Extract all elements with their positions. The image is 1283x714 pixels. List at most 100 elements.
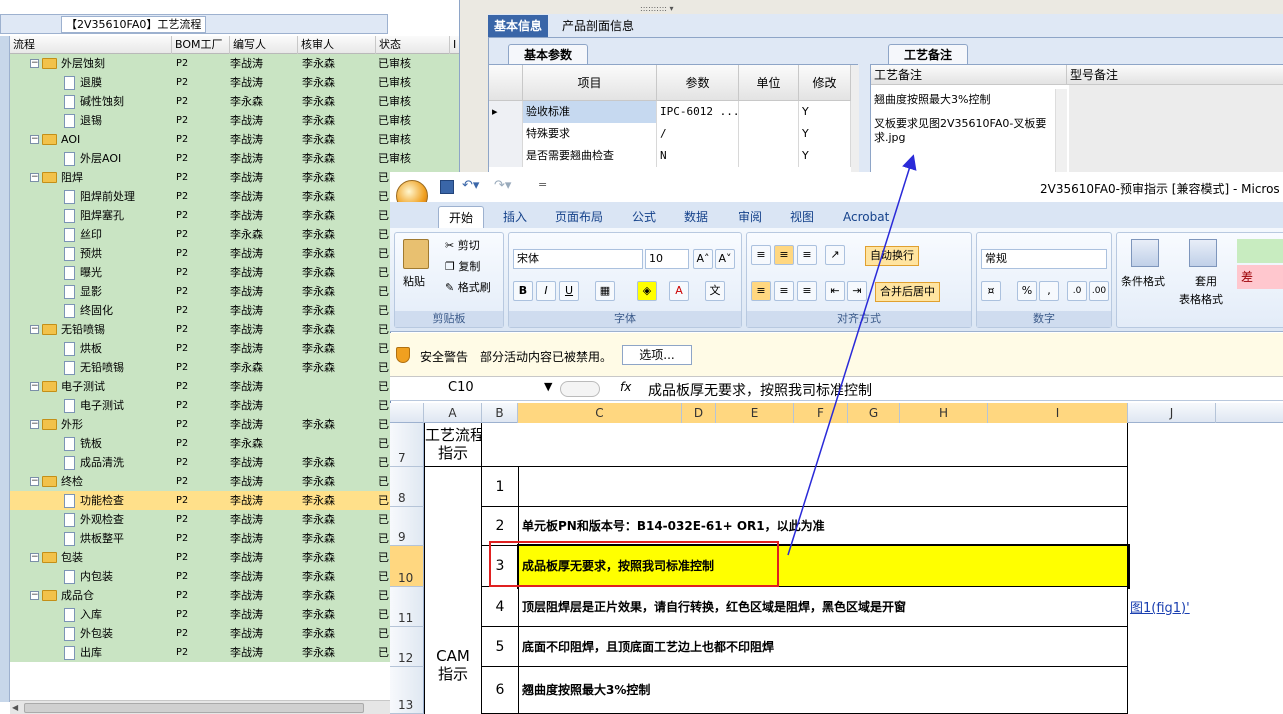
row-indicator[interactable]: ▸ xyxy=(489,101,523,123)
cell-item-number[interactable]: 5 xyxy=(482,627,519,667)
cell-item-number[interactable]: 3 xyxy=(482,546,519,587)
basic-param-row[interactable]: 特殊要求 / Y xyxy=(489,123,859,145)
align-top-icon[interactable]: ≡ xyxy=(751,245,771,265)
fill-color-icon[interactable]: ◈ xyxy=(637,281,657,301)
decrease-decimal-icon[interactable]: .00 xyxy=(1089,281,1109,301)
cut-button[interactable]: ✂ 剪切 xyxy=(445,237,480,255)
row-indicator[interactable] xyxy=(489,145,523,167)
paste-button[interactable]: 粘贴 xyxy=(403,273,425,291)
formula-expand-icon[interactable] xyxy=(560,381,600,397)
comma-icon[interactable]: , xyxy=(1039,281,1059,301)
ribbon-tab-data[interactable]: 数据 xyxy=(684,206,708,228)
increase-decimal-icon[interactable]: .0 xyxy=(1067,281,1087,301)
col-header-process[interactable]: 流程 xyxy=(10,36,172,54)
tree-folder-row[interactable]: − 外层蚀刻 P2 李战涛 李永森 已审核 xyxy=(10,54,459,73)
cell-row7-blank[interactable] xyxy=(482,423,1128,467)
underline-icon[interactable]: U xyxy=(559,281,579,301)
col-header-F[interactable]: F xyxy=(794,403,848,423)
font-name-select[interactable]: 宋体 xyxy=(513,249,643,269)
align-right-icon[interactable]: ≡ xyxy=(797,281,817,301)
basic-param-modify[interactable]: Y xyxy=(799,101,851,123)
basic-param-param[interactable]: / xyxy=(657,123,739,145)
col-header-H[interactable]: H xyxy=(900,403,988,423)
grid-col-unit[interactable]: 单位 xyxy=(739,65,799,101)
basic-param-row[interactable]: 是否需要翘曲检查 N Y xyxy=(489,145,859,167)
conditional-format-button[interactable]: 条件格式 xyxy=(1121,273,1165,291)
align-bottom-icon[interactable]: ≡ xyxy=(797,245,817,265)
select-all-corner[interactable] xyxy=(390,403,424,423)
tree-item-row[interactable]: 退膜 P2 李战涛 李永森 已审核 xyxy=(10,73,459,92)
col-header-extra[interactable]: I xyxy=(450,36,459,54)
tree-item-row[interactable]: 外层AOI P2 李战涛 李永森 已审核 xyxy=(10,149,459,168)
border-icon[interactable]: ▦ xyxy=(595,281,615,301)
col-header-writer[interactable]: 编写人 xyxy=(230,36,298,54)
col-header-A[interactable]: A xyxy=(424,403,482,423)
basic-param-item[interactable]: 特殊要求 xyxy=(523,123,657,145)
collapse-icon[interactable]: − xyxy=(30,553,39,562)
format-as-table-button[interactable]: 套用 xyxy=(1195,273,1217,291)
tree-item-row[interactable]: 碱性蚀刻 P2 李永森 李永森 已审核 xyxy=(10,92,459,111)
align-left-icon[interactable]: ≡ xyxy=(751,281,771,301)
tab-basic-info[interactable]: 基本信息 xyxy=(488,15,549,37)
grid-col-modify[interactable]: 修改 xyxy=(799,65,851,101)
fx-icon[interactable]: fx xyxy=(620,380,631,394)
cell-item-text[interactable] xyxy=(519,467,1128,507)
row-header[interactable]: 12 xyxy=(390,627,424,667)
col-header-G[interactable]: G xyxy=(848,403,900,423)
col-header-I[interactable]: I xyxy=(988,403,1128,423)
grow-font-icon[interactable]: A˄ xyxy=(693,249,713,269)
align-middle-icon[interactable]: ≡ xyxy=(774,245,794,265)
row-header[interactable]: 10 xyxy=(390,546,424,587)
cell-item-text[interactable]: 底面不印阻焊，且顶底面工艺边上也都不印阻焊 xyxy=(519,627,1128,667)
format-as-table-label2[interactable]: 表格格式 xyxy=(1179,291,1223,309)
decrease-indent-icon[interactable]: ⇤ xyxy=(825,281,845,301)
tree-horizontal-scrollbar[interactable]: ◀ xyxy=(10,700,390,714)
name-box[interactable]: C10 xyxy=(448,380,474,395)
basic-param-unit[interactable] xyxy=(739,123,799,145)
ribbon-tab-page-layout[interactable]: 页面布局 xyxy=(555,206,603,228)
col-header-C[interactable]: C xyxy=(518,403,682,423)
undo-icon[interactable]: ↶▾ xyxy=(462,178,479,193)
basic-param-item[interactable]: 是否需要翘曲检查 xyxy=(523,145,657,167)
qat-customize-icon[interactable]: = xyxy=(538,178,547,191)
cell-j11-hyperlink[interactable]: 图1(fig1)' xyxy=(1130,597,1190,616)
collapse-icon[interactable]: − xyxy=(30,173,39,182)
copy-button[interactable]: ❐ 复制 xyxy=(445,258,480,276)
merge-center-button[interactable]: 合并后居中 xyxy=(875,282,940,302)
row-header[interactable]: 11 xyxy=(390,587,424,627)
collapse-icon[interactable]: − xyxy=(30,420,39,429)
row-header[interactable]: 13 xyxy=(390,667,424,714)
align-center-icon[interactable]: ≡ xyxy=(774,281,794,301)
format-painter-button[interactable]: ✎ 格式刷 xyxy=(445,279,491,297)
style-bad-swatch[interactable]: 差 xyxy=(1237,265,1283,289)
col-header-reviewer[interactable]: 核审人 xyxy=(298,36,376,54)
formula-content[interactable]: 成品板厚无要求，按照我司标准控制 xyxy=(648,380,872,400)
col-header-D[interactable]: D xyxy=(682,403,716,423)
cell-item-number[interactable]: 1 xyxy=(482,467,519,507)
name-box-dropdown-icon[interactable]: ▼ xyxy=(544,380,552,393)
italic-icon[interactable]: I xyxy=(536,281,556,301)
increase-indent-icon[interactable]: ⇥ xyxy=(847,281,867,301)
row-indicator[interactable] xyxy=(489,123,523,145)
cell-process-instruction[interactable]: 工艺流程 指示 xyxy=(424,423,482,467)
cell-item-number[interactable]: 6 xyxy=(482,667,519,714)
percent-icon[interactable]: % xyxy=(1017,281,1037,301)
basic-params-tab[interactable]: 基本参数 xyxy=(508,44,588,64)
cell-item-text[interactable]: 翘曲度按照最大3%控制 xyxy=(519,667,1128,714)
ribbon-tab-insert[interactable]: 插入 xyxy=(503,206,527,228)
cell-item-number[interactable]: 4 xyxy=(482,587,519,627)
tab-product-profile[interactable]: 产品剖面信息 xyxy=(556,15,640,37)
cell-item-text[interactable]: 成品板厚无要求，按照我司标准控制 xyxy=(517,544,1130,589)
paste-icon[interactable] xyxy=(403,239,429,269)
tree-folder-row[interactable]: − AOI P2 李战涛 李永森 已审核 xyxy=(10,130,459,149)
col-header-B[interactable]: B xyxy=(482,403,518,423)
note-scrollbar[interactable] xyxy=(1055,89,1067,175)
col-header-status[interactable]: 状态 xyxy=(376,36,450,54)
format-as-table-icon[interactable] xyxy=(1189,239,1217,267)
basic-param-unit[interactable] xyxy=(739,145,799,167)
ribbon-tab-home[interactable]: 开始 xyxy=(438,206,485,228)
collapse-icon[interactable]: − xyxy=(30,325,39,334)
style-good-swatch[interactable] xyxy=(1237,239,1283,263)
note-col-process[interactable]: 工艺备注 xyxy=(871,65,1067,85)
row-header[interactable]: 9 xyxy=(390,507,424,546)
